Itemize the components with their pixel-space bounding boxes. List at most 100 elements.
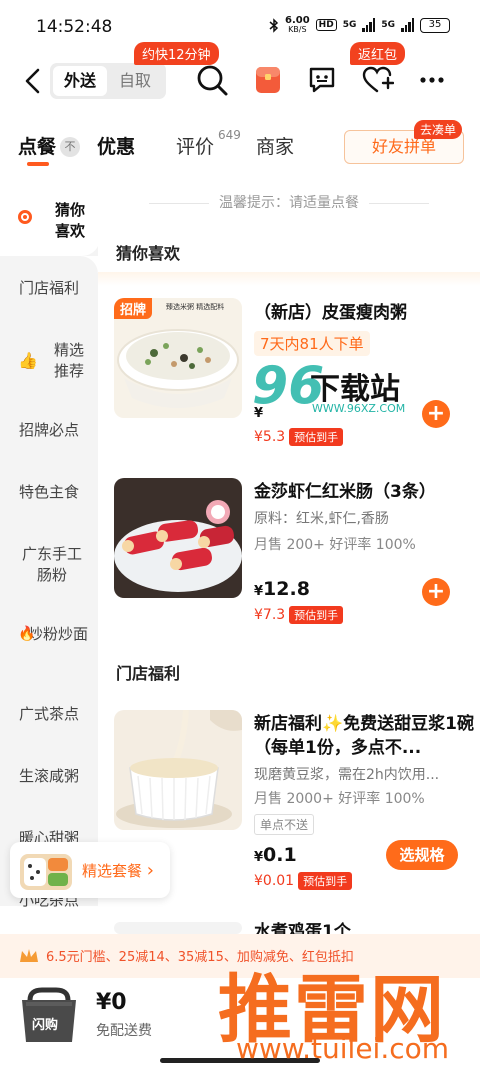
image-caption: 臻选米粥 精选配料 [166,303,225,311]
section-title-welfare: 门店福利 [116,664,181,683]
search-button[interactable] [194,62,230,98]
notice-text: 温馨提示：请适量点餐 [98,192,480,212]
crown-icon [20,949,38,962]
mode-pickup[interactable]: 自取 [108,66,162,96]
tab-reviews[interactable]: 评价 [176,132,214,159]
dish-name: （新店）皮蛋瘦肉粥 [254,303,407,323]
hd-icon: HD [315,19,337,31]
tab-order[interactable]: 点餐 [18,132,56,159]
estimated-tag: 预估到手 [289,606,344,624]
mode-delivery[interactable]: 外送 [53,66,107,96]
message-button[interactable] [304,62,340,98]
network-speed: 6.00 KB/S [284,15,310,35]
dish-name: 新店福利✨免费送甜豆浆1碗（每单1份，多点不... [254,714,474,758]
cart-button[interactable]: 闪购 [16,986,82,1044]
dish-name: 金莎虾仁红米肠（3条） [254,482,436,502]
delivery-fee: 免配送费 [96,1023,152,1039]
chevron-right-icon: › [146,860,154,881]
watermark-96-url: WWW.96XZ.COM [312,402,406,415]
sidebar-item-signature[interactable]: 招牌必点 [0,420,98,441]
red-packet-icon [256,67,280,93]
delivery-mode-toggle[interactable]: 外送 自取 [50,63,166,99]
dish-price: ¥0.1 [254,844,297,866]
dish-image[interactable] [114,478,242,598]
dish-image[interactable]: 招牌 臻选米粥 精选配料 [114,298,242,418]
dish-stats: 月售 2000+ 好评率 100% [254,791,425,807]
order-badge: 不 [60,137,80,157]
watermark-tuilei-url: www.tuilei.com [236,1032,450,1065]
favorite-button[interactable] [360,62,396,98]
target-icon [18,210,32,224]
estimated-tag: 预估到手 [298,872,353,890]
order-count-chip: 7天内81人下单 [254,331,370,356]
store-tabs: 点餐 不 优惠 评价 649 商家 好友拼单 去凑单 [0,120,480,176]
signature-badge: 招牌 [114,298,153,319]
more-icon [420,77,444,83]
bento-box-icon [20,854,72,890]
menu-content: 温馨提示：请适量点餐 猜你喜欢 招牌 臻选米粥 精选配料 （新店）皮蛋瘦肉粥 7… [98,186,480,934]
bluetooth-icon [269,17,279,33]
sidebar-item-guess[interactable]: 猜你喜欢 [0,200,98,242]
add-to-cart-button[interactable]: + [422,578,450,606]
sidebar-item-label: 炒粉炒面 [27,625,88,643]
red-packet-button[interactable] [250,62,286,98]
heart-plus-icon [362,66,394,93]
discount-price: ¥7.3 预估到手 [254,606,344,624]
rice-roll-image [114,478,242,598]
tab-underline [27,162,49,166]
soy-milk-image [114,710,242,830]
back-button[interactable] [20,66,46,96]
dish-image[interactable] [114,710,242,830]
signal-icon [362,18,376,32]
dish-description: 现磨黄豆浆，需在2h内饮用... [254,767,440,783]
network-5g-label-2: 5G [381,20,395,30]
network-5g-label: 5G [342,20,357,30]
sidebar-item-label: 猜你喜欢 [54,201,85,240]
flash-buy-badge: 闪购 [32,1018,59,1033]
sidebar-item-fried-noodle[interactable]: 🔥 炒粉炒面 [0,624,98,645]
sidebar-item-rice-roll[interactable]: 广东手工肠粉 [0,544,98,586]
reviews-count: 649 [218,128,241,142]
dish-stats: 月售 200+ 好评率 100% [254,537,416,553]
watermark-tuilei: 推雷网 www.tuilei.com [216,948,480,1072]
sidebar-item-savory-porridge[interactable]: 生滚咸粥 [0,766,98,787]
chevron-left-icon [25,68,40,94]
battery-icon: 35 [420,17,450,33]
cart-total: ¥0 [96,990,127,1015]
sidebar-item-staple[interactable]: 特色主食 [0,482,98,503]
section-title-guess: 猜你喜欢 [116,244,181,263]
search-icon [197,65,228,96]
dish-ingredients: 原料：红米,虾仁,香肠 [254,511,389,527]
dish-name: 水煮鸡蛋1个 [254,922,351,934]
discount-price: ¥0.01 预估到手 [254,872,353,890]
status-bar: 14:52:48 6.00 KB/S HD 5G 5G 35 [0,0,480,52]
single-order-note: 单点不送 [254,814,315,835]
sidebar-item-recommend[interactable]: 👍 精选推荐 [0,340,98,382]
category-sidebar: 猜你喜欢 门店福利 👍 精选推荐 招牌必点 特色主食 广东手工肠粉 🔥 炒粉炒面… [0,186,100,909]
sidebar-item-label: 精选推荐 [53,341,84,380]
status-time: 14:52:48 [36,17,113,37]
combo-float-button[interactable]: 精选套餐 › [10,842,170,898]
message-icon [309,67,335,93]
more-button[interactable] [414,62,450,98]
estimated-tag: 预估到手 [289,428,344,446]
sidebar-item-welfare[interactable]: 门店福利 [0,278,98,299]
discount-price: ¥5.3 预估到手 [254,428,344,446]
tab-deals[interactable]: 优惠 [97,132,135,159]
watermark-96xz: 96 下载站 WWW.96XZ.COM [252,356,428,420]
dish-price: ¥12.8 [254,578,310,600]
dish-image[interactable] [114,922,242,934]
fire-icon: 🔥 [18,626,36,642]
select-spec-button[interactable]: 选规格 [386,840,458,870]
sidebar-item-dim-sum[interactable]: 广式茶点 [0,704,98,725]
store-header: 外送 自取 约快12分钟 返红包 [0,42,480,110]
status-icons: 6.00 KB/S HD 5G 5G 35 [269,16,450,34]
section-band [98,272,480,286]
friend-order-tag: 去凑单 [414,120,463,139]
redpacket-tag: 返红包 [350,42,406,65]
tab-merchant[interactable]: 商家 [256,132,294,159]
combo-label: 精选套餐 › [82,860,154,881]
signal-icon-2 [401,18,414,32]
sidebar-item-label: 广东手工肠粉 [21,545,82,584]
thumb-up-icon: 👍 [18,351,38,370]
